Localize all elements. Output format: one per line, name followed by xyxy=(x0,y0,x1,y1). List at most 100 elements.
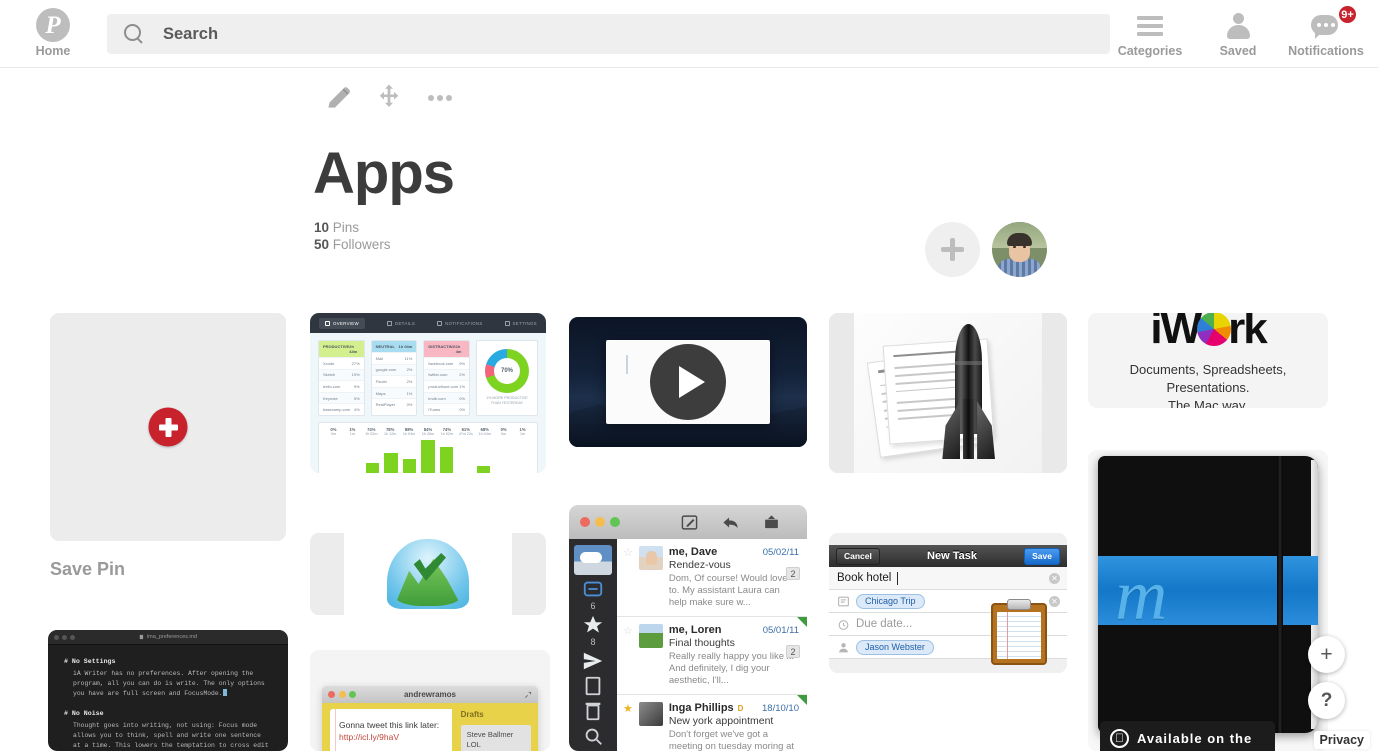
table-row[interactable]: ★ Inga Phillips D 18/10/10 New york appo… xyxy=(617,695,807,751)
tab-overview[interactable]: OVERVIEW xyxy=(319,317,365,329)
chart-bar xyxy=(382,437,401,473)
rocket-app-image[interactable] xyxy=(829,313,1067,473)
ia-writer-screenshot[interactable]: ima_preferences.md # No Settings iA Writ… xyxy=(48,630,288,751)
save-pin-placeholder[interactable] xyxy=(50,313,286,541)
followers-stat: 50 Followers xyxy=(314,237,391,252)
mail-message-list: ☆ me, Dave 05/02/11 Rendez-vous Dom, Of … xyxy=(617,539,807,751)
inbox-icon[interactable] xyxy=(582,578,604,600)
archive-icon[interactable] xyxy=(763,514,780,531)
chart-top-label: 0% 0m xyxy=(330,426,337,436)
list-item[interactable]: Steve Ballmer LOL http://cl.ly/9gwb xyxy=(460,725,531,751)
trash-icon[interactable] xyxy=(582,700,604,722)
basecamp-logo-image[interactable] xyxy=(310,533,546,615)
send-icon[interactable] xyxy=(582,650,604,672)
saved-button[interactable]: Saved xyxy=(1194,8,1282,58)
chart-top-label: 68% 1h 04m xyxy=(478,426,491,436)
save-button[interactable]: Save xyxy=(1024,547,1060,565)
chart-bar xyxy=(511,437,530,473)
search-icon[interactable] xyxy=(582,725,604,747)
task-name-field[interactable]: Book hotel ✕ xyxy=(829,567,1067,590)
notebook-app-image[interactable]: m  Available on the xyxy=(1088,450,1328,751)
table-row[interactable]: ☆ me, Loren 05/01/11 Final thoughts Real… xyxy=(617,617,807,695)
iwork-banner[interactable]: i W rk Documents, Spreadsheets, Presenta… xyxy=(1088,313,1328,408)
notifications-button[interactable]: 9+ Notifications xyxy=(1282,4,1370,58)
star-icon[interactable] xyxy=(582,614,604,636)
more-options-button[interactable] xyxy=(424,82,454,112)
categories-label: Categories xyxy=(1117,44,1183,58)
reply-icon[interactable] xyxy=(722,514,739,531)
iwork-subtitle: Documents, Spreadsheets, Presentations. … xyxy=(1129,361,1287,409)
app-store-badge[interactable]:  Available on the xyxy=(1100,721,1276,751)
clear-icon[interactable]: ✕ xyxy=(1049,572,1060,584)
pin-ia-writer[interactable]: ima_preferences.md # No Settings iA Writ… xyxy=(48,630,288,751)
pin-tweet-app[interactable]: andrewramos Gonna tweet this link later:… xyxy=(310,650,550,751)
privacy-link[interactable]: Privacy xyxy=(1313,731,1370,749)
apple-icon:  xyxy=(1110,728,1129,748)
add-collaborator-button[interactable] xyxy=(925,222,980,277)
list-icon xyxy=(838,596,849,606)
star-icon[interactable]: ☆ xyxy=(623,548,633,609)
pin-basecamp[interactable] xyxy=(310,533,546,615)
categories-button[interactable]: Categories xyxy=(1106,8,1194,58)
ellipsis-icon xyxy=(428,95,452,101)
window-traffic-lights[interactable] xyxy=(328,691,356,698)
clear-icon[interactable]: ✕ xyxy=(1049,595,1060,607)
tweet-titlebar: andrewramos xyxy=(322,686,538,703)
rearrange-board-button[interactable] xyxy=(374,82,404,112)
tab-settings[interactable]: SETTINGS xyxy=(504,320,537,326)
drafts-panel: Drafts Steve Ballmer LOL http://cl.ly/9g… xyxy=(452,703,538,751)
chart-bar xyxy=(474,437,493,473)
pin-mail-app[interactable]: 6 8 ☆ me, Dave 05/02/11 Rendez-vous Dom,… xyxy=(569,505,807,751)
pin-iwork[interactable]: i W rk Documents, Spreadsheets, Presenta… xyxy=(1088,313,1328,408)
move-arrows-icon xyxy=(379,84,399,107)
rocket-icon xyxy=(942,324,995,462)
create-pin-fab[interactable]: + xyxy=(1308,636,1345,673)
star-icon[interactable]: ★ xyxy=(623,704,633,751)
trash-icon[interactable] xyxy=(804,514,807,531)
star-icon[interactable]: ☆ xyxy=(623,626,633,687)
chart-top-label: 1% 1m xyxy=(349,426,356,436)
board-collaborators xyxy=(925,222,1047,277)
editor-text[interactable]: # No Settings iA Writer has no preferenc… xyxy=(48,645,288,751)
iwork-logo-icon: i W rk xyxy=(1150,313,1268,353)
pie-chart-icon xyxy=(1197,313,1232,346)
tab-notifications[interactable]: NOTIFICATIONS xyxy=(437,320,482,326)
table-row[interactable]: ☆ me, Dave 05/02/11 Rendez-vous Dom, Of … xyxy=(617,539,807,617)
pinterest-logo-icon: P xyxy=(36,8,70,42)
search-bar[interactable] xyxy=(107,14,1110,54)
pin-new-task[interactable]: Cancel New Task Save Book hotel ✕ Chicag… xyxy=(829,533,1067,673)
pin-rocket[interactable] xyxy=(829,313,1067,473)
mail-app-screenshot[interactable]: 6 8 ☆ me, Dave 05/02/11 Rendez-vous Dom,… xyxy=(569,505,807,751)
home-label: Home xyxy=(35,44,71,58)
compose-area[interactable]: Gonna tweet this link later: http://icl.… xyxy=(330,709,452,751)
task-app-screenshot[interactable]: Cancel New Task Save Book hotel ✕ Chicag… xyxy=(829,533,1067,673)
compose-icon[interactable] xyxy=(681,514,698,531)
play-button-icon[interactable] xyxy=(650,344,726,420)
search-input[interactable] xyxy=(163,24,1043,44)
window-traffic-lights[interactable] xyxy=(580,517,620,527)
tab-details[interactable]: DETAILS xyxy=(386,320,415,326)
pin-grid: Save Pin OVERVIEW DETAILS NOTIFICATIONS … xyxy=(0,313,1378,751)
save-pin-card[interactable]: Save Pin xyxy=(50,313,286,579)
cancel-button[interactable]: Cancel xyxy=(836,547,880,565)
video-thumbnail[interactable] xyxy=(569,317,807,447)
help-fab[interactable]: ? xyxy=(1308,682,1345,719)
assignee-chip[interactable]: Jason Webster xyxy=(856,639,934,655)
notifications-label: Notifications xyxy=(1288,44,1364,58)
pin-notebook[interactable]: m  Available on the xyxy=(1088,450,1328,751)
drafts-icon[interactable] xyxy=(582,675,604,697)
person-icon xyxy=(1226,13,1250,39)
expand-icon[interactable] xyxy=(524,691,532,699)
pin-dashboard[interactable]: OVERVIEW DETAILS NOTIFICATIONS SETTINGS … xyxy=(310,313,546,473)
inbox-count: 6 xyxy=(590,601,596,611)
home-button[interactable]: P Home xyxy=(30,8,76,58)
edit-board-button[interactable] xyxy=(324,82,354,112)
tweet-app-screenshot[interactable]: andrewramos Gonna tweet this link later:… xyxy=(310,650,550,751)
avatar[interactable] xyxy=(992,222,1047,277)
dashboard-screenshot[interactable]: OVERVIEW DETAILS NOTIFICATIONS SETTINGS … xyxy=(310,313,546,473)
monogram-letter: m xyxy=(1115,554,1168,635)
pin-video[interactable] xyxy=(569,317,807,447)
project-chip[interactable]: Chicago Trip xyxy=(856,593,925,609)
board-action-bar xyxy=(324,82,454,112)
window-traffic-lights[interactable] xyxy=(54,634,75,640)
